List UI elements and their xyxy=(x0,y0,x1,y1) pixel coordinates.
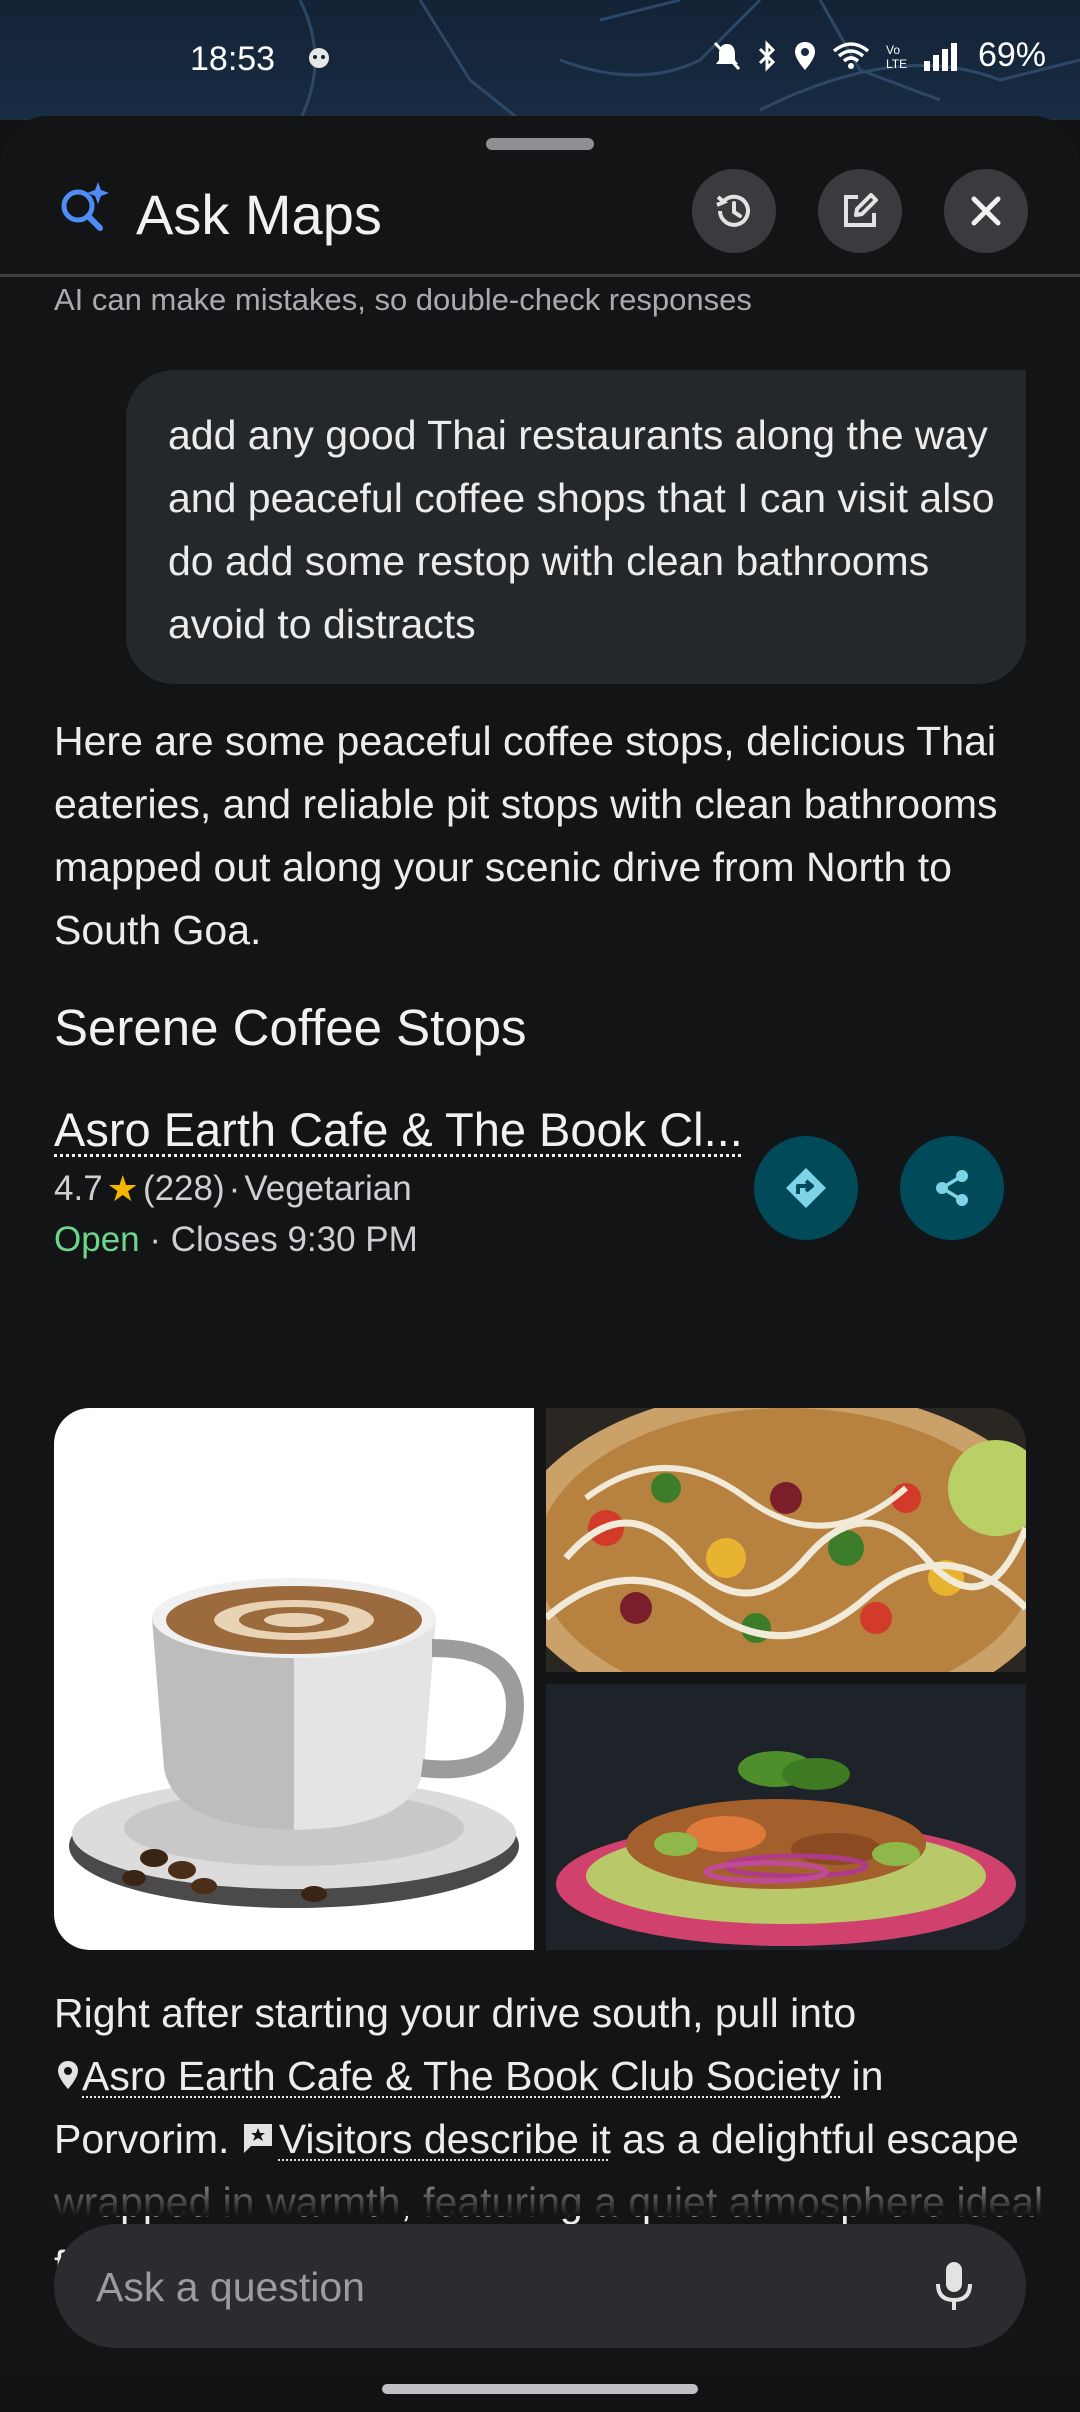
directions-button[interactable] xyxy=(754,1136,858,1240)
history-button[interactable] xyxy=(692,169,776,253)
ask-question-input[interactable]: Ask a question xyxy=(54,2224,1026,2348)
body-place-link[interactable]: Asro Earth Cafe & The Book Club Society xyxy=(82,2053,840,2099)
status-bar: 18:53 Vo LTE 69% xyxy=(0,0,1080,120)
ask-maps-sheet: Ask Maps AI can make mistakes, so double… xyxy=(0,116,1080,2412)
share-icon xyxy=(936,1170,968,1206)
microphone-icon[interactable] xyxy=(922,2254,986,2318)
signal-icon xyxy=(923,42,957,71)
place-category: Vegetarian xyxy=(244,1169,412,1208)
ask-question-placeholder: Ask a question xyxy=(96,2264,365,2310)
close-button[interactable] xyxy=(944,169,1028,253)
place-open-status: Open xyxy=(54,1220,140,1259)
location-icon xyxy=(794,41,815,70)
salad-image xyxy=(546,1408,1026,1672)
assistant-face-icon xyxy=(309,48,329,68)
coffee-cup-image xyxy=(69,1578,524,1908)
photo-tostada[interactable] xyxy=(546,1684,1026,1950)
header-divider xyxy=(0,274,1080,277)
place-photos[interactable] xyxy=(54,1408,1026,1950)
place-rating: 4.7 xyxy=(54,1169,103,1208)
user-message-bubble: add any good Thai restaurants along the … xyxy=(126,370,1026,684)
ask-maps-sparkle-search-icon xyxy=(61,182,109,231)
place-hours-row: Open · Closes 9:30 PM xyxy=(54,1220,418,1260)
section-title: Serene Coffee Stops xyxy=(54,999,527,1056)
place-pin-icon xyxy=(58,2061,78,2089)
svg-text:LTE: LTE xyxy=(886,57,907,71)
home-gesture-bar[interactable] xyxy=(382,2384,698,2394)
answer-intro: Here are some peaceful coffee stops, del… xyxy=(54,718,998,953)
svg-text:Vo: Vo xyxy=(886,43,900,57)
answer-body-text-1: Right after starting your drive south, p… xyxy=(54,1990,857,2036)
share-button[interactable] xyxy=(900,1136,1004,1240)
silent-bell-icon xyxy=(713,41,741,70)
place-review-count: (228) xyxy=(142,1169,225,1208)
place-name-link[interactable]: Asro Earth Cafe & The Book Cl... xyxy=(54,1102,743,1157)
ai-disclaimer: AI can make mistakes, so double-check re… xyxy=(54,282,752,317)
star-icon: ★ xyxy=(106,1168,139,1209)
close-icon xyxy=(971,196,1001,226)
user-message-text: add any good Thai restaurants along the … xyxy=(168,412,995,647)
volte-icon: VoLTE xyxy=(886,43,907,71)
place-closing-time: Closes 9:30 PM xyxy=(170,1220,418,1259)
tostada-image xyxy=(546,1684,1026,1950)
bluetooth-icon xyxy=(758,39,776,72)
directions-icon xyxy=(786,1168,826,1208)
edit-icon xyxy=(844,193,878,227)
page-title: Ask Maps xyxy=(136,183,382,246)
photo-coffee-cup[interactable] xyxy=(54,1408,534,1950)
review-quote-icon xyxy=(243,2124,272,2153)
wifi-icon xyxy=(832,41,870,69)
status-time: 18:53 xyxy=(190,40,276,78)
scroll-fade xyxy=(0,2156,1080,2216)
drag-handle[interactable] xyxy=(486,138,594,150)
status-icons: Vo LTE 69% xyxy=(712,36,1046,75)
photo-salad-bowl[interactable] xyxy=(546,1408,1026,1672)
separator-dot: · xyxy=(149,1220,171,1259)
battery-level: 69% xyxy=(977,36,1046,74)
history-icon xyxy=(716,194,750,227)
separator-dot: · xyxy=(228,1169,241,1208)
new-chat-button[interactable] xyxy=(818,169,902,253)
place-rating-row: 4.7 ★ (228) · Vegetarian xyxy=(54,1168,412,1210)
